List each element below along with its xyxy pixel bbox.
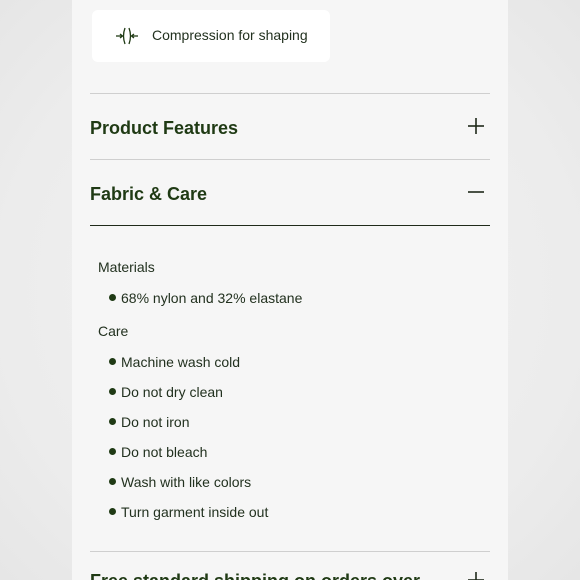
- feature-chip-compression: Compression for shaping: [92, 10, 330, 62]
- list-item: Machine wash cold: [121, 354, 241, 370]
- divider: [90, 551, 490, 552]
- list-item: Do not bleach: [121, 444, 208, 460]
- bullet-icon: [109, 418, 116, 425]
- plus-icon[interactable]: [466, 570, 486, 580]
- compression-icon: [116, 27, 138, 45]
- list-item: Turn garment inside out: [121, 504, 269, 520]
- feature-chip-label: Compression for shaping: [152, 27, 308, 43]
- divider: [90, 159, 490, 160]
- divider-active: [90, 225, 490, 226]
- list-item: Do not iron: [121, 414, 190, 430]
- bullet-icon: [109, 478, 116, 485]
- bullet-icon: [109, 448, 116, 455]
- bullet-icon: [109, 294, 116, 301]
- list-item: 68% nylon and 32% elastane: [121, 290, 303, 306]
- accordion-title-shipping[interactable]: Free standard shipping on orders over: [90, 571, 420, 580]
- list-item: Do not dry clean: [121, 384, 223, 400]
- list-item: Wash with like colors: [121, 474, 252, 490]
- materials-label: Materials: [98, 259, 155, 275]
- bullet-icon: [109, 358, 116, 365]
- accordion-title-fabric-care[interactable]: Fabric & Care: [90, 184, 207, 205]
- divider: [90, 93, 490, 94]
- care-label: Care: [98, 323, 129, 339]
- page: Compression for shaping Product Features…: [0, 0, 580, 580]
- accordion-title-product-features[interactable]: Product Features: [90, 118, 238, 139]
- minus-icon[interactable]: [466, 182, 486, 202]
- bullet-icon: [109, 508, 116, 515]
- plus-icon[interactable]: [466, 116, 486, 136]
- bullet-icon: [109, 388, 116, 395]
